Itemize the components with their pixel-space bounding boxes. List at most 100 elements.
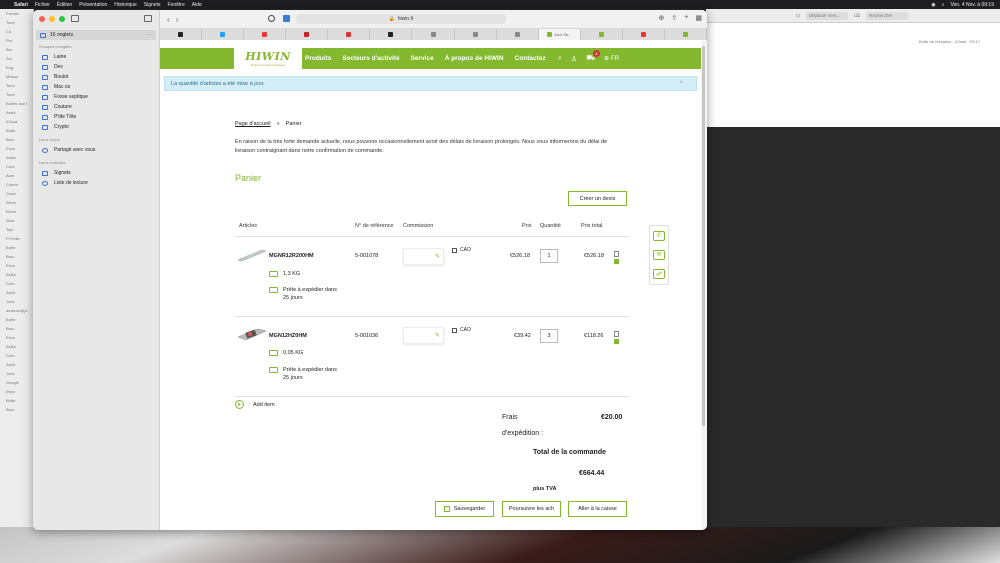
menu-fenetre[interactable]: Fenêtre: [168, 2, 185, 8]
move-to-field[interactable]: Déplacer vers...: [805, 11, 848, 20]
tab-red[interactable]: [286, 29, 329, 40]
back-icon[interactable]: ‹: [167, 15, 176, 24]
menu-signets[interactable]: Signets: [144, 2, 161, 8]
tab-hiwin2[interactable]: [581, 29, 623, 40]
nav-a-propos[interactable]: À propos de HIWIN: [445, 55, 504, 62]
tab-twitter[interactable]: [202, 29, 245, 40]
extension-icon[interactable]: [283, 15, 290, 22]
sidebar-item-group[interactable]: P'tite Tête: [33, 112, 160, 122]
nav-produits[interactable]: Produits: [305, 55, 331, 62]
menubar-clock[interactable]: Ven. 4 Nov. à 09:19: [950, 2, 994, 8]
new-tab-icon[interactable]: +: [684, 14, 688, 22]
search-icon[interactable]: ⌕: [942, 2, 945, 8]
mail-search-field[interactable]: Rechercher: [866, 11, 909, 20]
zoom-window-button[interactable]: [59, 16, 65, 22]
shipping-label: Frais: [502, 414, 518, 421]
continue-shopping-button[interactable]: Poursuivre les ach: [502, 501, 561, 517]
cao-link[interactable]: CAO: [452, 327, 471, 333]
tab-3d[interactable]: [244, 29, 287, 40]
commission-input[interactable]: ✎: [403, 248, 444, 265]
menu-aide[interactable]: Aide: [192, 2, 202, 8]
nav-service[interactable]: Service: [411, 55, 434, 62]
sidebar-item-shared[interactable]: Partagé avec vous: [33, 145, 160, 155]
create-quote-button[interactable]: Créer un devis: [568, 191, 627, 206]
menu-historique[interactable]: Historique: [114, 2, 137, 8]
tab-red2[interactable]: [328, 29, 371, 40]
privacy-shield-icon[interactable]: [268, 15, 275, 22]
menu-edition[interactable]: Édition: [57, 2, 72, 8]
download-icon[interactable]: ⊕: [659, 14, 665, 22]
search-icon[interactable]: ⌕: [558, 55, 562, 63]
close-icon[interactable]: ×: [679, 80, 683, 86]
sidebar-item-group[interactable]: Couture: [33, 102, 160, 112]
menu-app[interactable]: Safari: [14, 2, 28, 8]
user-icon[interactable]: ♙: [571, 55, 577, 63]
sidebar-item-group[interactable]: Laine: [33, 52, 160, 62]
forward-icon[interactable]: ›: [176, 15, 185, 24]
address-bar[interactable]: 🔒 hiwin.fr: [296, 14, 506, 24]
item-shipping: Prête à expédier dans 25 jours: [269, 366, 337, 382]
tab-hiwin-active[interactable]: Your Sh...: [538, 29, 581, 40]
sidebar-item-group[interactable]: Crypto: [33, 122, 160, 132]
tab-amazon2[interactable]: [370, 29, 413, 40]
play-icon: ▸: [235, 400, 244, 409]
tab-gray[interactable]: [412, 29, 455, 40]
checkout-button[interactable]: Aller à la caisse: [568, 501, 627, 517]
page-scrollbar[interactable]: [701, 40, 707, 530]
tab-overview-icon[interactable]: [144, 15, 152, 22]
sidebar-item-group[interactable]: Dev: [33, 62, 160, 72]
sidebar-item-group[interactable]: Mac os: [33, 82, 160, 92]
wifi-icon[interactable]: ◉: [931, 2, 935, 8]
sidebar-item-bookmarks[interactable]: Signets: [33, 168, 160, 178]
cao-link[interactable]: CAO: [452, 247, 471, 253]
chat-icon[interactable]: ☍: [653, 269, 665, 280]
tab-amazon[interactable]: [160, 29, 203, 40]
commission-input[interactable]: ✎: [403, 327, 444, 344]
close-window-button[interactable]: [39, 16, 45, 22]
item-sku[interactable]: MGNR12R200HM: [269, 253, 314, 259]
current-tab-group[interactable]: 16 onglets ⋯: [36, 30, 156, 40]
tab-grid-icon[interactable]: ▦: [695, 14, 702, 22]
background-mailbox-row: Corb: [6, 353, 15, 358]
tab-hiwin3[interactable]: [665, 29, 707, 40]
save-button[interactable]: Sauvegarder: [435, 501, 494, 517]
mail-icon[interactable]: ✉: [653, 249, 665, 260]
minimize-window-button[interactable]: [49, 16, 55, 22]
tab-3d2[interactable]: [623, 29, 665, 40]
document-icon[interactable]: [614, 251, 619, 257]
menu-presentation[interactable]: Présentation: [79, 2, 107, 8]
hiwin-logo[interactable]: HIWIN Motion Control & Systems: [234, 46, 302, 71]
breadcrumb-home[interactable]: Page d'accueil: [235, 121, 271, 127]
favicon-icon: [472, 32, 478, 37]
scroll-thumb[interactable]: [702, 46, 705, 426]
nav-contactez[interactable]: Contactez: [515, 55, 546, 62]
sidebar-toggle-icon[interactable]: [71, 15, 79, 22]
document-icon[interactable]: [614, 331, 619, 337]
delete-icon[interactable]: [614, 259, 619, 264]
more-icon[interactable]: ⋯: [147, 32, 152, 38]
menu-fichier[interactable]: Fichier: [35, 2, 50, 8]
divider: [235, 236, 628, 237]
delete-icon[interactable]: [614, 339, 619, 344]
share-icon[interactable]: ⇧: [671, 14, 677, 22]
pencil-icon: ✎: [434, 254, 440, 260]
background-mailbox-row: Comm: [6, 182, 18, 187]
quantity-input[interactable]: 1: [540, 249, 558, 263]
phone-icon[interactable]: ✆: [653, 230, 665, 241]
background-mailbox-row: Corb: [6, 281, 15, 286]
tab-gray2[interactable]: [455, 29, 497, 40]
background-mailbox-row: Assis: [6, 110, 16, 115]
move-icon[interactable]: ⊡: [796, 13, 800, 19]
nav-secteurs[interactable]: Secteurs d'activité: [342, 55, 399, 62]
item-sku[interactable]: MGN12HZ0HM: [269, 333, 307, 339]
sidebar-item-group[interactable]: Fosse septique: [33, 92, 160, 102]
trash-icon[interactable]: ⌫: [854, 13, 860, 19]
sidebar-item-group[interactable]: Boulot: [33, 72, 160, 82]
quantity-input[interactable]: 3: [540, 329, 558, 343]
add-item-button[interactable]: ▸ Add item: [235, 400, 275, 409]
cart-icon[interactable]: ⛟ 2: [586, 50, 601, 63]
tab-gray3[interactable]: [497, 29, 539, 40]
background-mailbox-row: Boîte: [6, 317, 16, 322]
language-selector[interactable]: ⊕ FR: [604, 55, 619, 63]
sidebar-item-reading-list[interactable]: Liste de lecture: [33, 178, 160, 188]
